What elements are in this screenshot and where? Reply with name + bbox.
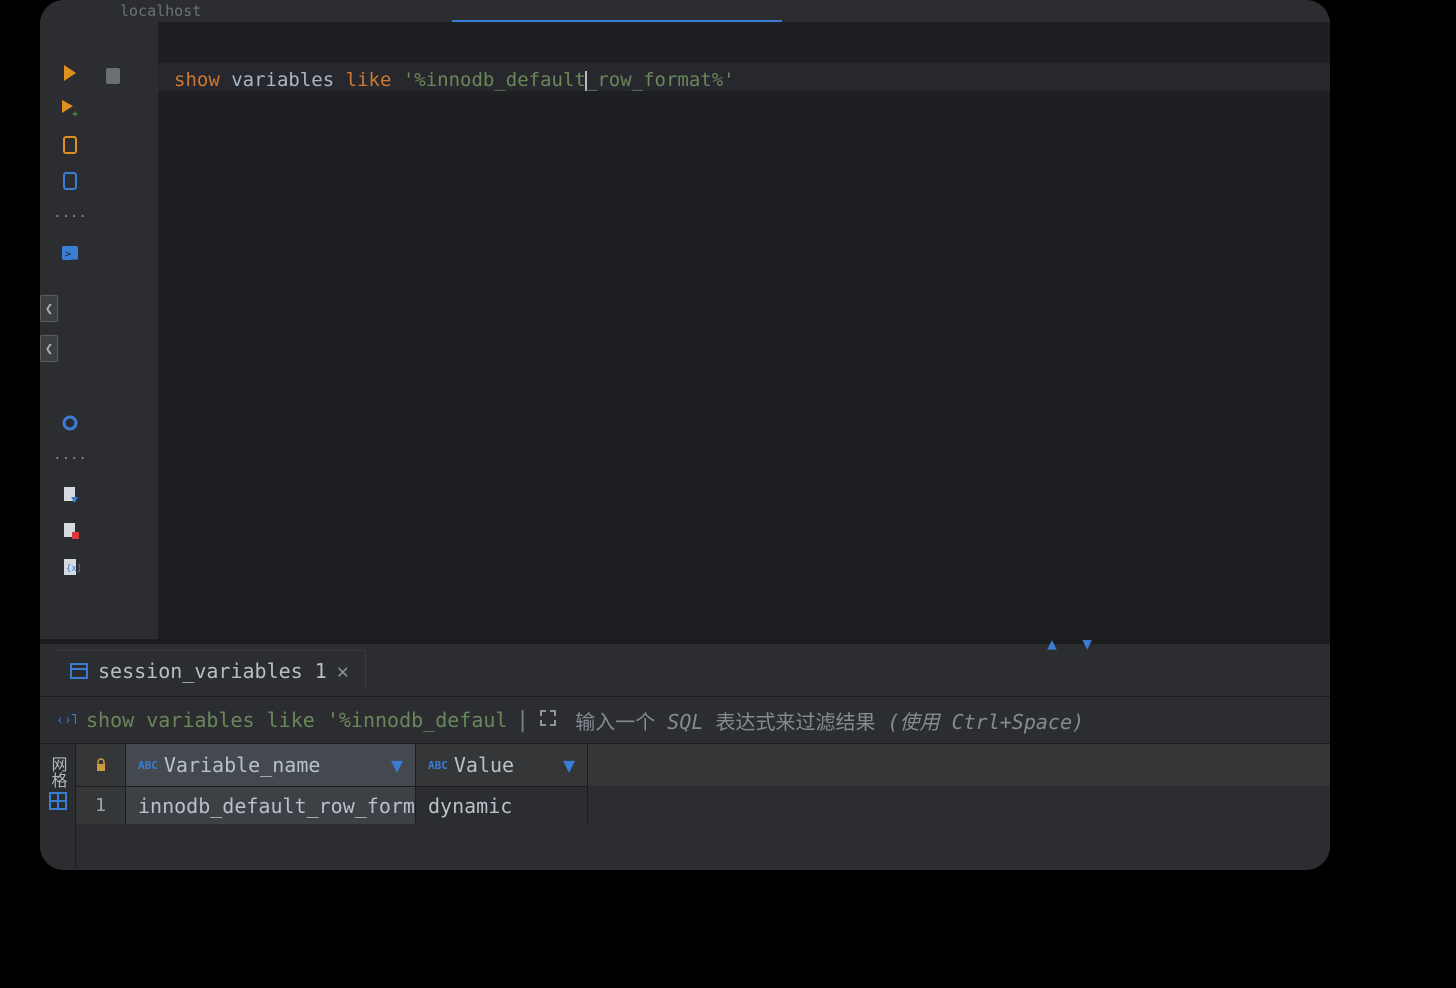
lock-icon[interactable] <box>76 744 126 786</box>
col-header-value[interactable]: ABC Value ▼ <box>416 744 588 786</box>
cell-value[interactable]: dynamic <box>416 786 588 824</box>
filter-separator: | <box>516 708 529 733</box>
pane-splitter[interactable]: ▲ ▼ <box>40 640 1330 644</box>
sql-script-icon[interactable]: ‹›T <box>56 711 76 729</box>
editor-tabs: localhost <box>40 0 1330 22</box>
grid-side-tabs: 网格 <box>40 744 76 869</box>
collapse-left-panel-2[interactable]: ❮ <box>40 335 58 362</box>
results-panel: session_variables 1 ✕ ‹›T show variables… <box>40 644 1330 869</box>
col-header-label: Value <box>454 753 514 777</box>
script-icon[interactable] <box>59 134 81 156</box>
grid-icon[interactable] <box>49 792 67 810</box>
col-header-variable-name[interactable]: ABC Variable_name ▼ <box>126 744 416 786</box>
result-filter-bar: ‹›T show variables like '%innodb_default… <box>40 696 1330 744</box>
template-icon[interactable]: {x} <box>59 556 81 578</box>
svg-text:{x}: {x} <box>66 564 80 574</box>
result-tab-session-variables[interactable]: session_variables 1 ✕ <box>54 650 366 691</box>
tab-localhost[interactable]: localhost <box>120 2 201 20</box>
svg-text:‹›T: ‹›T <box>56 713 76 728</box>
close-icon[interactable]: ✕ <box>337 659 349 683</box>
cell-variable-name[interactable]: innodb_default_row_format <box>126 786 416 824</box>
collapse-left-panel[interactable]: ❮ <box>40 295 58 322</box>
script-tx-icon[interactable] <box>59 170 81 192</box>
data-grid: 网格 ABC Variable_name ▼ ABC Value <box>40 744 1330 869</box>
result-tab-label: session_variables 1 <box>98 659 327 683</box>
main-area: + ···· >_ ···· {x} <box>40 22 1330 639</box>
row-number: 1 <box>76 786 126 824</box>
type-abc-icon: ABC <box>428 759 448 772</box>
table-row[interactable]: 1 innodb_default_row_format dynamic <box>76 786 1330 824</box>
editor-side-toolbar: + ···· >_ ···· {x} <box>40 22 100 639</box>
table-icon <box>70 662 88 680</box>
pane-resize-arrows: ▲ ▼ <box>1047 634 1100 653</box>
grid-header: ABC Variable_name ▼ ABC Value ▼ <box>76 744 1330 786</box>
sort-desc-icon[interactable]: ▼ <box>391 753 403 777</box>
run-icon[interactable] <box>59 62 81 84</box>
sql-code-line[interactable]: show variables like '%innodb_default_row… <box>158 66 1330 94</box>
svg-text:>_: >_ <box>65 249 78 260</box>
line-number-gutter <box>100 22 158 639</box>
run-new-icon[interactable]: + <box>59 98 81 120</box>
grid-tab-grid[interactable]: 网格 <box>46 756 70 788</box>
active-query-text[interactable]: show variables like '%innodb_default_r <box>86 708 506 732</box>
type-abc-icon: ABC <box>138 759 158 772</box>
expand-icon[interactable] <box>539 709 557 731</box>
gear-icon[interactable] <box>59 412 81 434</box>
more-icon[interactable]: ···· <box>59 206 81 228</box>
sort-desc-icon[interactable]: ▼ <box>563 753 575 777</box>
result-tabs: session_variables 1 ✕ <box>40 644 1330 696</box>
col-header-label: Variable_name <box>164 753 321 777</box>
ide-window: ❮ ❮ localhost + ···· >_ <box>40 0 1330 870</box>
sql-editor[interactable]: show variables like '%innodb_default_row… <box>158 22 1330 639</box>
svg-text:+: + <box>72 109 78 119</box>
terminal-icon[interactable]: >_ <box>59 242 81 264</box>
export-file-icon[interactable] <box>59 484 81 506</box>
filter-input[interactable]: 输入一个 SQL 表达式来过滤结果 (使用 Ctrl+Space) <box>575 706 1084 735</box>
file-error-icon[interactable] <box>59 520 81 542</box>
more-icon-2[interactable]: ···· <box>59 448 81 470</box>
